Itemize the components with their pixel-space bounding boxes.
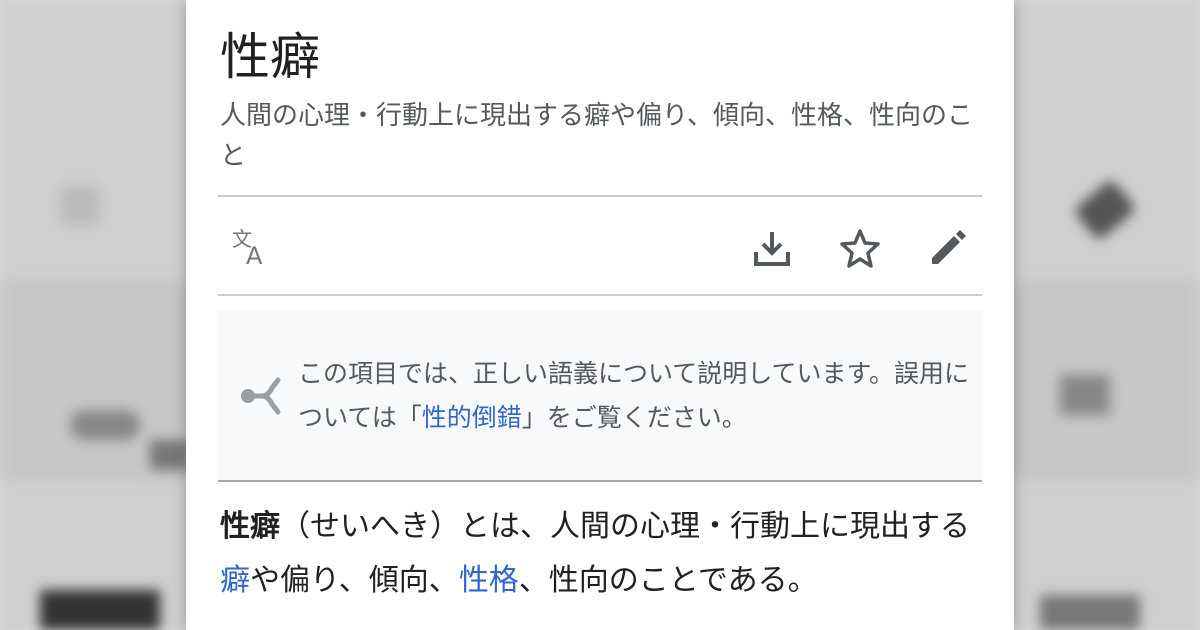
lead-text-2: や偏り、傾向、 [250,563,459,598]
lead-paragraph: 性癖（せいへき）とは、人間の心理・行動上に現出する癖や偏り、傾向、性格、性向のこ… [220,500,980,608]
hatnote-text: この項目では、正しい語義について説明しています。誤用については「性的倒錯」をご覧… [298,352,970,440]
lead-link-kuse[interactable]: 癖 [220,563,250,598]
page-description: 人間の心理・行動上に現出する癖や偏り、傾向、性格、性向のこと [220,101,973,171]
lead-text-3: 、性向のことである。 [518,563,818,598]
download-icon[interactable] [750,226,794,270]
hatnote-box: この項目では、正しい語義について説明しています。誤用については「性的倒錯」をご覧… [218,310,982,482]
divider-bottom [218,294,982,296]
page-title: 性癖 [220,28,320,86]
lead-link-seikaku[interactable]: 性格 [459,563,519,598]
lead-term: 性癖 [220,509,280,544]
hatnote-link-seiteki-tosaku[interactable]: 性的倒錯 [422,403,522,432]
disambiguation-icon [241,377,281,415]
pencil-icon[interactable] [926,226,970,270]
svg-text:A: A [246,242,263,270]
article-card: 性癖 人間の心理・行動上に現出する癖や偏り、傾向、性格、性向のこと 文 A この… [186,0,1014,630]
divider-top [218,195,982,197]
hatnote-text-after: 」をご覧ください。 [521,403,747,432]
lead-text-1: （せいへき）とは、人間の心理・行動上に現出する [280,509,970,544]
translate-icon[interactable]: 文 A [230,226,274,270]
star-icon[interactable] [838,226,882,270]
